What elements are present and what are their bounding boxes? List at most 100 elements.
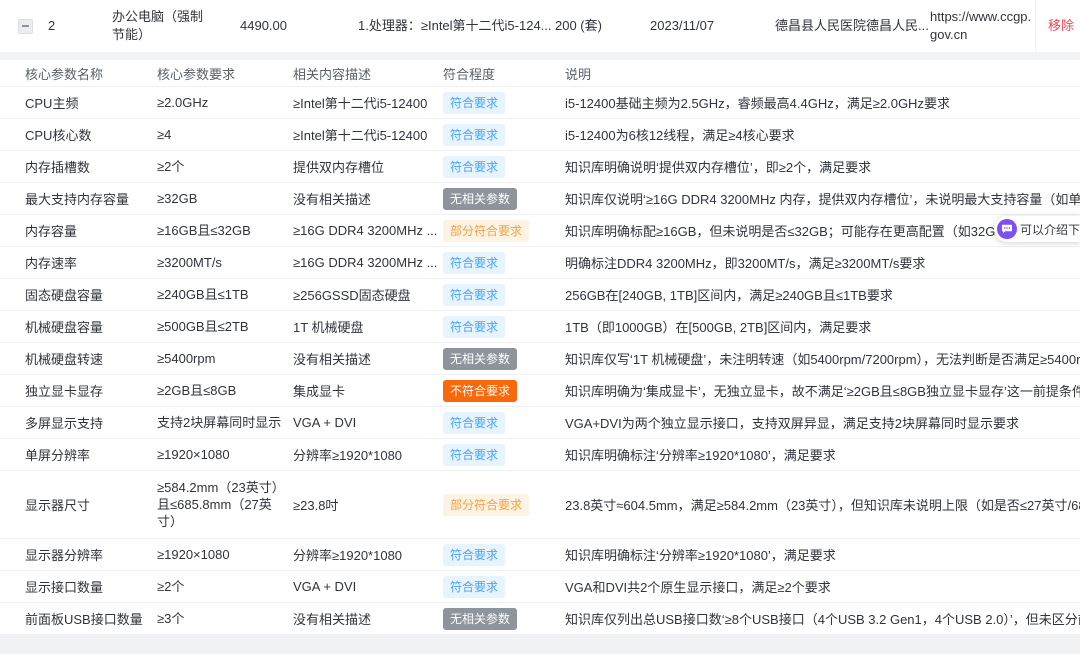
param-requirement-cell: ≥32GB	[157, 190, 293, 207]
param-name-cell: 独立显卡显存	[25, 381, 157, 400]
param-requirement-cell: ≥1920×1080	[157, 546, 293, 563]
conformity-badge: 无相关参数	[443, 608, 517, 630]
param-description-cell: ≥16G DDR4 3200MHz ...	[293, 255, 443, 270]
note-cell: VGA和DVI共2个原生显示接口，满足≥2个要求	[565, 577, 1080, 596]
remove-button[interactable]: 移除	[1048, 17, 1074, 35]
note-cell: 知识库仅写‘1T 机械硬盘’，未注明转速（如5400rpm/7200rpm），无…	[565, 349, 1080, 368]
table-row: 固态硬盘容量 ≥240GB且≤1TB ≥256GSSD固态硬盘 符合要求 256…	[0, 279, 1080, 311]
compare-table-header: 核心参数名称 核心参数要求 相关内容描述 符合程度 说明	[0, 60, 1080, 87]
publish-date: 2023/11/07	[650, 17, 770, 35]
param-name-cell: 单屏分辨率	[25, 445, 157, 464]
param-name-cell: 显示器尺寸	[25, 495, 157, 514]
section-divider	[0, 52, 1080, 60]
source-url[interactable]: https://www.ccgp.gov.cn	[930, 8, 1035, 44]
param-requirement-cell: ≥3200MT/s	[157, 254, 293, 271]
param-description-cell: ≥23.8吋	[293, 495, 443, 514]
param-requirement-cell: ≥16GB且≤32GB	[157, 222, 293, 239]
param-requirement-cell: ≥5400rpm	[157, 350, 293, 367]
param-requirement-cell: ≥2个	[157, 158, 293, 175]
param-description-cell: 没有相关描述	[293, 609, 443, 628]
param-description-cell: 集成显卡	[293, 381, 443, 400]
buyer-name: 德昌县人民医院德昌人民...	[770, 17, 930, 35]
param-requirement-cell: ≥4	[157, 126, 293, 143]
table-row: 前面板USB接口数量 ≥3个 没有相关描述 无相关参数 知识库仅列出总USB接口…	[0, 603, 1080, 635]
param-description-cell: VGA + DVI	[293, 415, 443, 430]
table-row: 机械硬盘容量 ≥500GB且≤2TB 1T 机械硬盘 符合要求 1TB（即100…	[0, 311, 1080, 343]
header-param-name: 核心参数名称	[25, 64, 157, 83]
product-price: 4490.00	[220, 17, 330, 35]
param-requirement-cell: ≥1920×1080	[157, 446, 293, 463]
note-cell: 23.8英寸≈604.5mm，满足≥584.2mm（23英寸），但知识库未说明上…	[565, 495, 1080, 514]
note-cell: 知识库明确为‘集成显卡’，无独立显卡，故不满足‘≥2GB且≤8GB独立显卡显存’…	[565, 381, 1080, 400]
header-requirement: 核心参数要求	[157, 64, 293, 83]
note-cell: VGA+DVI为两个独立显示接口，支持双屏异显，满足支持2块屏幕同时显示要求	[565, 413, 1080, 432]
param-description-cell: 没有相关描述	[293, 189, 443, 208]
conformity-badge: 不符合要求	[443, 380, 517, 402]
note-cell: i5-12400基础主频为2.5GHz，睿频最高4.4GHz，满足≥2.0GHz…	[565, 93, 1080, 112]
param-requirement-cell: 支持2块屏幕同时显示	[157, 414, 293, 431]
table-row: 多屏显示支持 支持2块屏幕同时显示 VGA + DVI 符合要求 VGA+DVI…	[0, 407, 1080, 439]
conformity-badge: 符合要求	[443, 124, 505, 146]
note-cell: 知识库仅说明‘≥16G DDR4 3200MHz 内存，提供双内存槽位’，未说明…	[565, 189, 1080, 208]
quantity: 200 (套)	[555, 17, 650, 35]
conformity-badge: 符合要求	[443, 544, 505, 566]
product-name: 办公电脑（强制节能）	[100, 8, 220, 44]
header-description: 相关内容描述	[293, 64, 443, 83]
conformity-badge: 无相关参数	[443, 348, 517, 370]
param-requirement-cell: ≥584.2mm（23英寸）且≤685.8mm（27英寸）	[157, 479, 293, 530]
table-row: 内存插槽数 ≥2个 提供双内存槽位 符合要求 知识库明确说明‘提供双内存槽位’，…	[0, 151, 1080, 183]
assistant-bubble[interactable]: 可以介绍下你	[994, 216, 1080, 242]
conformity-badge: 符合要求	[443, 92, 505, 114]
note-cell: 知识库明确标注‘分辨率≥1920*1080’，满足要求	[565, 445, 1080, 464]
conformity-badge: 符合要求	[443, 444, 505, 466]
param-description-cell: 提供双内存槽位	[293, 157, 443, 176]
conformity-badge: 符合要求	[443, 316, 505, 338]
collapse-row-button[interactable]	[18, 19, 33, 34]
table-row: 内存速率 ≥3200MT/s ≥16G DDR4 3200MHz ... 符合要…	[0, 247, 1080, 279]
conformity-badge: 符合要求	[443, 284, 505, 306]
conformity-badge: 无相关参数	[443, 188, 517, 210]
spec-preview: 1.处理器：≥Intel第十二代i5-124...	[330, 17, 555, 35]
header-conformity: 符合程度	[443, 64, 565, 83]
param-name-cell: CPU核心数	[25, 125, 157, 144]
table-row: 内存容量 ≥16GB且≤32GB ≥16G DDR4 3200MHz ... 部…	[0, 215, 1080, 247]
param-requirement-cell: ≥2GB且≤8GB	[157, 382, 293, 399]
table-row: 显示接口数量 ≥2个 VGA + DVI 符合要求 VGA和DVI共2个原生显示…	[0, 571, 1080, 603]
param-description-cell: ≥16G DDR4 3200MHz ...	[293, 223, 443, 238]
note-cell: i5-12400为6核12线程，满足≥4核心要求	[565, 125, 1080, 144]
param-requirement-cell: ≥240GB且≤1TB	[157, 286, 293, 303]
summary-row: 2 办公电脑（强制节能） 4490.00 1.处理器：≥Intel第十二代i5-…	[0, 0, 1080, 52]
param-description-cell: 没有相关描述	[293, 349, 443, 368]
table-row: CPU主频 ≥2.0GHz ≥Intel第十二代i5-12400 符合要求 i5…	[0, 87, 1080, 119]
assistant-label: 可以介绍下你	[1020, 221, 1080, 238]
table-row: 机械硬盘转速 ≥5400rpm 没有相关描述 无相关参数 知识库仅写‘1T 机械…	[0, 343, 1080, 375]
param-name-cell: 机械硬盘转速	[25, 349, 157, 368]
param-name-cell: 多屏显示支持	[25, 413, 157, 432]
param-description-cell: 分辨率≥1920*1080	[293, 445, 443, 464]
param-requirement-cell: ≥2个	[157, 578, 293, 595]
table-row: 单屏分辨率 ≥1920×1080 分辨率≥1920*1080 符合要求 知识库明…	[0, 439, 1080, 471]
param-description-cell: ≥Intel第十二代i5-12400	[293, 93, 443, 112]
param-requirement-cell: ≥500GB且≤2TB	[157, 318, 293, 335]
param-name-cell: 显示器分辨率	[25, 545, 157, 564]
chat-bubble-icon	[997, 219, 1017, 239]
param-name-cell: 前面板USB接口数量	[25, 609, 157, 628]
param-name-cell: 机械硬盘容量	[25, 317, 157, 336]
table-row: 显示器尺寸 ≥584.2mm（23英寸）且≤685.8mm（27英寸） ≥23.…	[0, 471, 1080, 539]
note-cell: 256GB在[240GB, 1TB]区间内，满足≥240GB且≤1TB要求	[565, 285, 1080, 304]
param-description-cell: 1T 机械硬盘	[293, 317, 443, 336]
conformity-badge: 部分符合要求	[443, 494, 529, 516]
compare-table-body: CPU主频 ≥2.0GHz ≥Intel第十二代i5-12400 符合要求 i5…	[0, 87, 1080, 635]
row-index: 2	[40, 17, 100, 35]
conformity-badge: 符合要求	[443, 156, 505, 178]
param-name-cell: 固态硬盘容量	[25, 285, 157, 304]
header-note: 说明	[565, 64, 1080, 83]
note-cell: 知识库仅列出总USB接口数‘≥8个USB接口（4个USB 3.2 Gen1，4个…	[565, 609, 1080, 628]
param-name-cell: 内存插槽数	[25, 157, 157, 176]
param-description-cell: 分辨率≥1920*1080	[293, 545, 443, 564]
conformity-badge: 符合要求	[443, 412, 505, 434]
param-description-cell: ≥Intel第十二代i5-12400	[293, 125, 443, 144]
compare-table: 核心参数名称 核心参数要求 相关内容描述 符合程度 说明 CPU主频 ≥2.0G…	[0, 60, 1080, 635]
note-cell: 知识库明确标注‘分辨率≥1920*1080’，满足要求	[565, 545, 1080, 564]
table-row: 独立显卡显存 ≥2GB且≤8GB 集成显卡 不符合要求 知识库明确为‘集成显卡’…	[0, 375, 1080, 407]
